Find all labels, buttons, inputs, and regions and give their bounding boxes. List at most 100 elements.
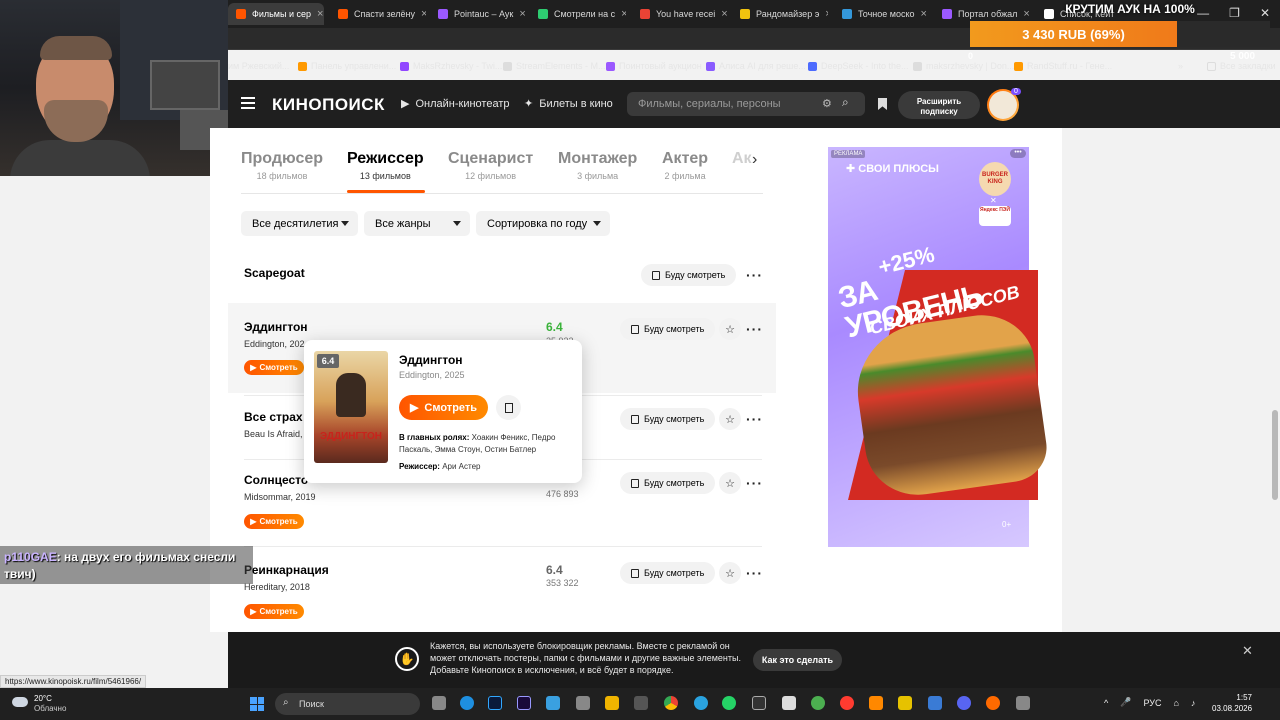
close-tab-icon[interactable]: × [519, 8, 525, 20]
vlc-icon[interactable] [869, 696, 883, 710]
close-tab-icon[interactable]: × [1023, 8, 1029, 20]
popup-bookmark-icon[interactable] [496, 395, 521, 420]
tab-producer[interactable]: Продюсер 18 фильмов [241, 150, 323, 181]
bookmark-item[interactable]: Алиса AI для реше... [706, 61, 806, 71]
app-icon[interactable] [928, 696, 942, 710]
settings-icon[interactable] [1016, 696, 1030, 710]
browser-tab[interactable]: Pointauc – Аук × [430, 3, 526, 25]
more-icon[interactable]: ··· [746, 411, 763, 427]
star-icon[interactable]: ☆ [719, 472, 741, 494]
weather-temp[interactable]: 20°C [34, 694, 52, 703]
close-icon[interactable]: ✕ [1242, 643, 1253, 659]
network-icon[interactable]: ⌂ [1173, 698, 1178, 708]
telegram-icon[interactable] [694, 696, 708, 710]
yandex-icon[interactable] [840, 696, 854, 710]
chevron-up-icon[interactable]: ^ [1104, 698, 1108, 708]
browser-tab[interactable]: Рандомайзер э × [732, 3, 828, 25]
site-logo[interactable]: КИНОПОИСК [272, 95, 385, 115]
film-title[interactable]: Солнцесто [244, 473, 308, 487]
more-icon[interactable]: ··· [746, 475, 763, 491]
chrome-icon[interactable] [664, 696, 678, 710]
bookmark-item[interactable]: StreamElements - M... [503, 61, 606, 71]
search-filter-icon[interactable]: ⚙ [822, 97, 832, 110]
film-title[interactable]: Реинкарнация [244, 563, 329, 577]
browser-tab[interactable]: You have recei × [632, 3, 728, 25]
close-window-icon[interactable]: ✕ [1260, 6, 1270, 20]
scrollbar[interactable] [1270, 128, 1280, 632]
volume-icon[interactable]: ♪ [1191, 698, 1196, 708]
watch-later-button[interactable]: Буду смотреть [641, 264, 737, 286]
bookmark-item[interactable]: RandStuff.ru - Гене... [1014, 61, 1112, 71]
watch-button[interactable]: ▶ Смотреть [244, 604, 304, 619]
language-indicator[interactable]: РУС [1143, 698, 1161, 708]
maximize-icon[interactable]: ❐ [1229, 6, 1240, 20]
edge-icon[interactable] [460, 696, 474, 710]
close-tab-icon[interactable]: × [621, 8, 626, 20]
folder-icon[interactable] [605, 696, 619, 710]
bookmarks-overflow-icon[interactable]: » [1178, 61, 1183, 71]
tab-director[interactable]: Режиссер 13 фильмов [347, 150, 424, 181]
browser-tab[interactable]: Спасти зелёну × [330, 3, 426, 25]
close-tab-icon[interactable]: × [317, 8, 323, 20]
close-tab-icon[interactable]: × [921, 8, 927, 20]
watch-later-button[interactable]: Буду смотреть [620, 408, 716, 430]
premiere-icon[interactable] [517, 696, 531, 710]
browser-tab[interactable]: Смотрели на с × [530, 3, 626, 25]
tab-editor[interactable]: Монтажер 3 фильма [558, 150, 637, 181]
app-icon[interactable] [576, 696, 590, 710]
browser-tab[interactable]: Точное моско × [834, 3, 930, 25]
search-icon[interactable]: ⌕ [842, 95, 849, 110]
start-icon[interactable] [250, 697, 264, 711]
film-title[interactable]: Scapegoat [244, 266, 305, 280]
clock-time[interactable]: 1:57 [1226, 693, 1252, 702]
system-tray[interactable]: ^ 🎤 РУС ⌂ ♪ [1104, 697, 1195, 708]
watch-button[interactable]: ▶ Смотреть [244, 514, 304, 529]
subscribe-button[interactable]: Расширить подписку [898, 91, 980, 119]
whatsapp-icon[interactable] [722, 696, 736, 710]
watch-later-button[interactable]: Буду смотреть [620, 318, 716, 340]
star-icon[interactable]: ☆ [719, 408, 741, 430]
tab-more[interactable]: Ак [732, 150, 752, 168]
cloud-icon[interactable] [12, 697, 28, 707]
mic-icon[interactable]: 🎤 [1120, 697, 1131, 708]
more-icon[interactable]: ··· [746, 321, 763, 337]
adblock-howto-button[interactable]: Как это сделать [753, 649, 842, 671]
obs-icon[interactable] [752, 696, 766, 710]
nav-online-cinema[interactable]: ▶ Онлайн-кинотеатр [401, 97, 510, 111]
bookmark-item[interactable]: DeepSeek - Into the... [808, 61, 909, 71]
weather-desc[interactable]: Облачно [34, 704, 66, 713]
star-icon[interactable]: ☆ [719, 562, 741, 584]
film-title[interactable]: Эддингтон [244, 320, 308, 334]
star-icon[interactable]: ☆ [719, 318, 741, 340]
close-tab-icon[interactable]: × [421, 8, 426, 20]
app-icon[interactable] [782, 696, 796, 710]
bookmark-item[interactable]: maksrzhevsky | Don... [913, 61, 1014, 71]
scrollbar-thumb[interactable] [1272, 410, 1278, 500]
task-view-icon[interactable] [432, 696, 446, 710]
genres-select[interactable]: Все жанры [364, 211, 470, 236]
decades-select[interactable]: Все десятилетия [241, 211, 358, 236]
bookmark-item[interactable]: Панель управлени... [298, 61, 396, 71]
watch-later-button[interactable]: Буду смотреть [620, 472, 716, 494]
popup-watch-button[interactable]: ▶ Смотреть [399, 395, 488, 420]
sort-select[interactable]: Сортировка по году [476, 211, 610, 236]
taskbar-search[interactable]: Поиск [275, 693, 420, 715]
browser-tab[interactable]: Фильмы и сер × [228, 3, 324, 25]
menu-icon[interactable] [241, 97, 255, 109]
tab-writer[interactable]: Сценарист 12 фильмов [448, 150, 533, 181]
app-icon[interactable] [811, 696, 825, 710]
popup-title[interactable]: Эддингтон [399, 353, 463, 367]
clock-date[interactable]: 03.08.2026 [1212, 704, 1252, 713]
discord-icon[interactable] [957, 696, 971, 710]
bookmark-item[interactable]: им Ржевский... [228, 61, 289, 71]
more-icon[interactable]: ··· [746, 565, 763, 581]
close-tab-icon[interactable]: × [825, 8, 828, 20]
app-icon[interactable] [898, 696, 912, 710]
photoshop-icon[interactable] [488, 696, 502, 710]
film-title[interactable]: Все страх [244, 410, 303, 424]
more-icon[interactable]: ··· [746, 267, 763, 283]
watch-button[interactable]: ▶ Смотреть [244, 360, 304, 375]
close-tab-icon[interactable]: × [721, 8, 727, 20]
bookmark-item[interactable]: Поинтовый аукцион [606, 61, 702, 71]
bookmark-item[interactable]: MaksRzhevsky - Twi... [400, 61, 502, 71]
